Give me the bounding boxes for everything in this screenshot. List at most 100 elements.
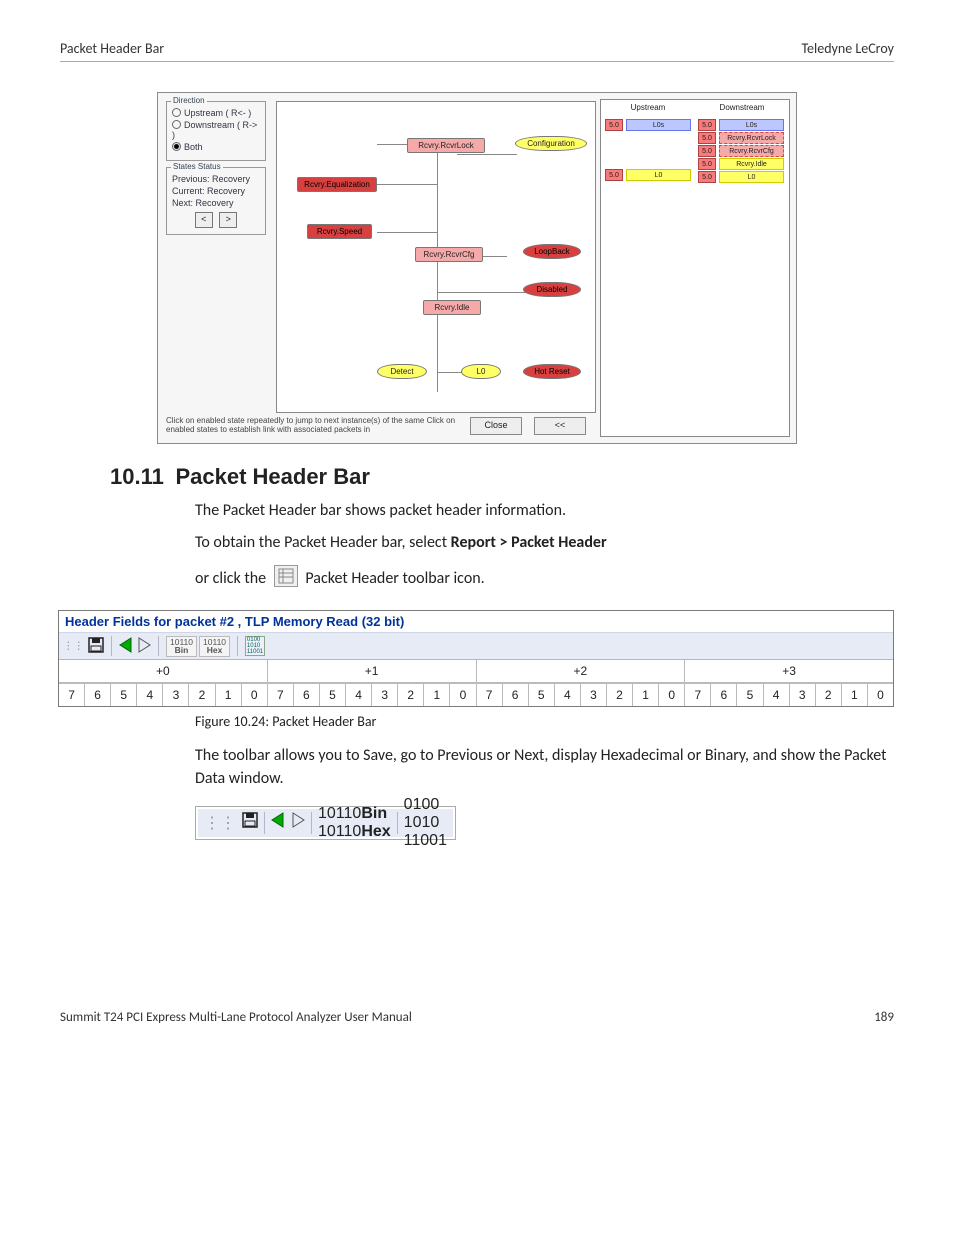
bit-cell: 7 (59, 683, 85, 706)
node-rcvr-idle[interactable]: Rcvry.Idle (423, 300, 481, 315)
bit-cell: 7 (477, 683, 503, 706)
bit-cell: 1 (424, 683, 450, 706)
dialog-footer-note: Click on enabled state repeatedly to jum… (166, 417, 466, 435)
bit-cell: 4 (555, 683, 581, 706)
node-hot-reset[interactable]: Hot Reset (523, 364, 581, 379)
radio-upstream[interactable]: Upstream ( R<- ) (172, 108, 260, 118)
bit-cell: 4 (346, 683, 372, 706)
states-status-group: States Status Previous: Recovery Current… (166, 167, 266, 235)
bit-cell: 0 (242, 683, 268, 706)
bit-cell: 5 (320, 683, 346, 706)
side-state[interactable]: L0 (626, 169, 691, 181)
menu-path: Report > Packet Header (451, 533, 607, 552)
hex-button[interactable]: 10110Hex (199, 636, 230, 657)
bit-cell: 0 (868, 683, 893, 706)
packet-header-icon (274, 565, 298, 587)
bit-cell: 0 (659, 683, 685, 706)
body-paragraph-2: To obtain the Packet Header bar, select … (195, 532, 894, 554)
state-next-btn[interactable]: > (219, 212, 237, 228)
bit-cell: 3 (372, 683, 398, 706)
side-state[interactable]: Rcvry.RcvrLock (719, 132, 784, 144)
packet-header-window: Header Fields for packet #2 , TLP Memory… (58, 610, 894, 707)
direction-group: Direction Upstream ( R<- ) Downstream ( … (166, 101, 266, 161)
node-rcvr-speed[interactable]: Rcvry.Speed (307, 224, 372, 239)
packet-data-button[interactable]: 0100101011001 (404, 796, 447, 850)
bit-cell: 4 (764, 683, 790, 706)
node-detect[interactable]: Detect (377, 364, 427, 379)
bit-cell: 6 (85, 683, 111, 706)
toolbar-grip-icon[interactable]: ⋮⋮ (63, 640, 84, 652)
side-speed: 5.0 (605, 169, 623, 181)
binary-button[interactable]: 10110Bin (318, 805, 391, 823)
body-paragraph-1: The Packet Header bar shows packet heade… (195, 500, 894, 522)
packet-header-toolbar: ⋮⋮ 10110Bin 10110Hex 0100101011001 (59, 633, 893, 660)
node-disabled[interactable]: Disabled (523, 282, 581, 297)
prev-button[interactable] (119, 637, 133, 656)
bit-cell: 2 (816, 683, 842, 706)
save-button[interactable] (242, 812, 258, 833)
bit-cell: 7 (685, 683, 711, 706)
side-upstream-header: Upstream (601, 100, 695, 115)
section-title: Packet Header Bar (175, 464, 369, 489)
bit-cell: 4 (137, 683, 163, 706)
footer-left: Summit T24 PCI Express Multi-Lane Protoc… (60, 1010, 412, 1025)
side-state[interactable]: L0 (719, 171, 784, 183)
next-button[interactable] (291, 812, 305, 833)
offset-cell: +3 (685, 660, 893, 682)
status-curr: Current: Recovery (172, 186, 260, 196)
flowchart-canvas: Rcvry.Equalization Rcvry.Speed Rcvry.Rcv… (276, 101, 596, 413)
side-speed: 5.0 (605, 119, 623, 131)
radio-both[interactable]: Both (172, 142, 260, 152)
next-button[interactable] (137, 637, 151, 656)
offset-cell: +0 (59, 660, 268, 682)
radio-downstream[interactable]: Downstream ( R-> ) (172, 120, 260, 140)
node-rcvr-lock[interactable]: Rcvry.RcvrLock (407, 138, 485, 153)
bit-cell: 2 (189, 683, 215, 706)
side-downstream-header: Downstream (695, 100, 789, 115)
header-left: Packet Header Bar (60, 40, 164, 57)
offset-cell: +2 (477, 660, 686, 682)
side-state[interactable]: L0s (626, 119, 691, 131)
bit-cell: 3 (581, 683, 607, 706)
side-speed: 5.0 (698, 132, 716, 144)
ltssm-dialog: Direction Upstream ( R<- ) Downstream ( … (157, 92, 797, 444)
prev-button[interactable] (271, 812, 285, 833)
bit-cell: 1 (633, 683, 659, 706)
node-l0[interactable]: L0 (461, 364, 501, 379)
collapse-button[interactable]: << (534, 417, 586, 435)
page-header: Packet Header Bar Teledyne LeCroy (60, 40, 894, 62)
bits-row: 76543210765432107654321076543210 (59, 683, 893, 706)
bit-cell: 2 (398, 683, 424, 706)
bit-cell: 5 (529, 683, 555, 706)
packet-data-button[interactable]: 0100101011001 (245, 636, 265, 656)
hex-button[interactable]: 10110Hex (318, 823, 391, 841)
side-speed: 5.0 (698, 171, 716, 183)
toolbar-grip-icon[interactable]: ⋮⋮ (204, 813, 236, 833)
node-loopback[interactable]: LoopBack (523, 244, 581, 259)
bit-cell: 3 (790, 683, 816, 706)
section-number: 10.11 (110, 464, 164, 489)
node-rcvr-equalization[interactable]: Rcvry.Equalization (297, 177, 377, 192)
node-rcvr-cfg[interactable]: Rcvry.RcvrCfg (415, 247, 483, 262)
bit-cell: 6 (503, 683, 529, 706)
side-state[interactable]: Rcvry.RcvrCfg (719, 145, 784, 157)
node-configuration[interactable]: Configuration (515, 136, 587, 151)
state-prev-btn[interactable]: < (195, 212, 213, 228)
footer-page-number: 189 (874, 1010, 894, 1025)
bit-cell: 6 (294, 683, 320, 706)
packet-header-title: Header Fields for packet #2 , TLP Memory… (59, 611, 893, 633)
bit-cell: 1 (216, 683, 242, 706)
states-legend: States Status (171, 162, 223, 171)
binary-button[interactable]: 10110Bin (166, 636, 197, 657)
side-state[interactable]: Rcvry.Idle (719, 158, 784, 170)
bit-cell: 2 (607, 683, 633, 706)
side-state[interactable]: L0s (719, 119, 784, 131)
status-prev: Previous: Recovery (172, 174, 260, 184)
side-panel: Upstream Downstream 5.0L0s 5.0L0 5.0L0s … (600, 99, 790, 437)
page-footer: Summit T24 PCI Express Multi-Lane Protoc… (60, 1010, 894, 1025)
close-button[interactable]: Close (470, 417, 522, 435)
header-right: Teledyne LeCroy (801, 40, 894, 57)
save-button[interactable] (88, 637, 104, 656)
offset-cell: +1 (268, 660, 477, 682)
body-paragraph-4: The toolbar allows you to Save, go to Pr… (195, 745, 894, 790)
